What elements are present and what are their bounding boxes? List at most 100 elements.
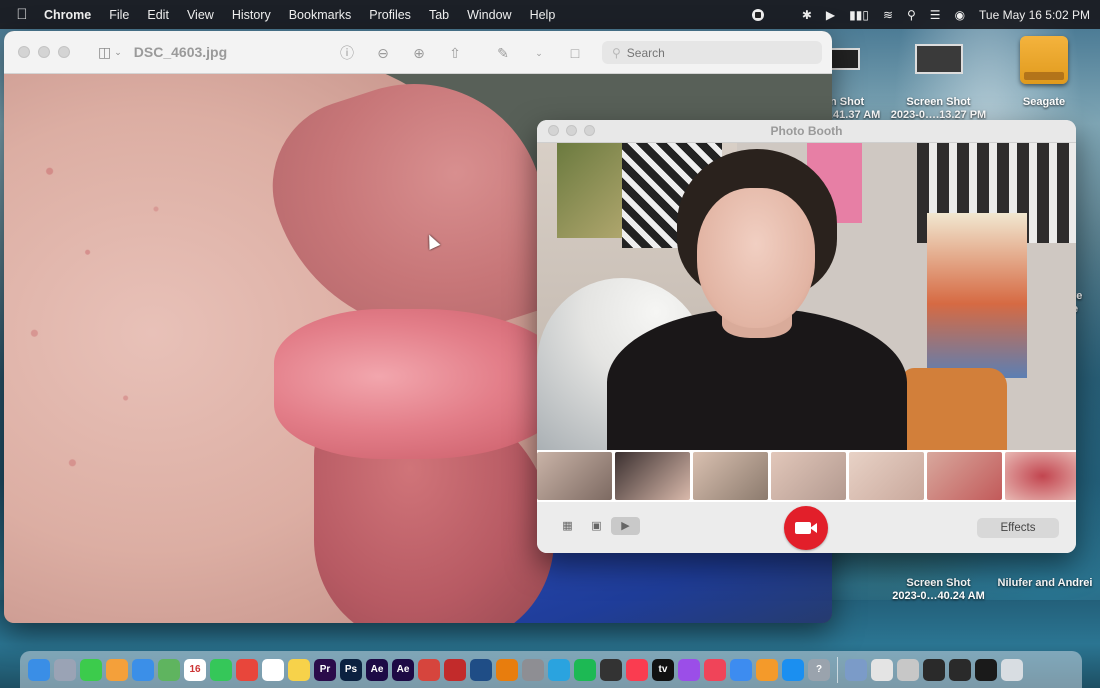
minimize-button[interactable] bbox=[566, 125, 577, 136]
battery-icon[interactable]: ▮▮▯ bbox=[849, 8, 869, 22]
dock-window-1-icon[interactable] bbox=[923, 658, 945, 681]
dock-podcasts-icon[interactable] bbox=[678, 658, 700, 681]
single-photo-mode-icon[interactable]: ▣ bbox=[582, 517, 611, 535]
dock-preview-icon[interactable] bbox=[845, 658, 867, 681]
search-icon[interactable]: ⚲ bbox=[907, 8, 916, 22]
dock-settings-icon[interactable] bbox=[522, 658, 544, 681]
wifi-icon[interactable]: ≋ bbox=[883, 8, 893, 22]
desktop-item-screenshot-1[interactable]: n Shot .41.37 AM bbox=[830, 96, 890, 122]
dock-photos-icon[interactable] bbox=[106, 658, 128, 681]
dock-window-2-icon[interactable] bbox=[949, 658, 971, 681]
photo-thumbnail[interactable] bbox=[693, 452, 768, 500]
markup-pen-icon[interactable]: ✎ bbox=[495, 45, 511, 61]
close-button[interactable] bbox=[18, 46, 30, 58]
info-icon[interactable]: ⓘ bbox=[339, 45, 355, 61]
desktop-item-screenshot-2[interactable]: Screen Shot 2023-0….13.27 PM bbox=[886, 96, 991, 122]
dock-music-icon[interactable] bbox=[626, 658, 648, 681]
dock-printer-icon[interactable] bbox=[871, 658, 893, 681]
control-center-icon[interactable]: ☰ bbox=[930, 8, 941, 22]
dock-trash-icon[interactable] bbox=[1001, 658, 1023, 681]
dock-quicktime-icon[interactable] bbox=[470, 658, 492, 681]
menu-history[interactable]: History bbox=[232, 8, 271, 22]
dock-window-3-icon[interactable] bbox=[975, 658, 997, 681]
search-field[interactable]: ⚲ bbox=[602, 41, 822, 64]
seagate-drive-icon[interactable] bbox=[1020, 36, 1068, 84]
dock-maps-icon[interactable] bbox=[158, 658, 180, 681]
play-icon[interactable]: ▶ bbox=[826, 8, 835, 22]
zoom-in-icon[interactable]: ⊕ bbox=[411, 45, 427, 61]
menu-tab[interactable]: Tab bbox=[429, 8, 449, 22]
dock-app-red-icon[interactable] bbox=[418, 658, 440, 681]
dock-calendar-icon[interactable]: 16 bbox=[184, 658, 206, 681]
dock-launchpad-icon[interactable] bbox=[54, 658, 76, 681]
apple-menu-icon[interactable]:  bbox=[10, 6, 34, 23]
photo-thumbnail[interactable] bbox=[849, 452, 924, 500]
dock-chrome-icon[interactable] bbox=[236, 658, 258, 681]
video-mode-icon[interactable]: ▶ bbox=[611, 517, 640, 535]
screen-record-icon[interactable] bbox=[751, 8, 764, 21]
desktop-item-screenshot-3[interactable]: Screen Shot 2023-0…40.24 AM bbox=[886, 577, 991, 603]
menu-bookmarks[interactable]: Bookmarks bbox=[289, 8, 352, 22]
close-button[interactable] bbox=[548, 125, 559, 136]
dock-photoshop-icon[interactable]: Ps bbox=[340, 658, 362, 681]
blank-status-icon[interactable] bbox=[778, 8, 788, 22]
search-icon: ⚲ bbox=[612, 45, 621, 60]
dock-mail-icon[interactable] bbox=[132, 658, 154, 681]
window-controls bbox=[548, 125, 595, 136]
app-menu[interactable]: Chrome bbox=[44, 8, 91, 22]
chevron-down-icon[interactable]: ⌄ bbox=[531, 45, 547, 61]
dock-telegram-icon[interactable] bbox=[548, 658, 570, 681]
bluetooth-icon[interactable]: ✱ bbox=[802, 8, 812, 22]
photo-thumbnail[interactable] bbox=[537, 452, 612, 500]
menu-profiles[interactable]: Profiles bbox=[369, 8, 411, 22]
dock-app-red-2-icon[interactable] bbox=[444, 658, 466, 681]
desktop-item-label: Seagate bbox=[1022, 96, 1066, 108]
desktop-item-seagate[interactable]: Seagate bbox=[1010, 96, 1078, 109]
dock-premiere-icon[interactable]: Pr bbox=[314, 658, 336, 681]
dock-pages-icon[interactable] bbox=[756, 658, 778, 681]
zoom-button[interactable] bbox=[584, 125, 595, 136]
share-icon[interactable]: ⇧ bbox=[447, 45, 463, 61]
dock-terminal-mini-icon[interactable] bbox=[600, 658, 622, 681]
dock-after-effects-2-icon[interactable]: Ae bbox=[392, 658, 414, 681]
dock: 16 Pr Ps Ae Ae tv? bbox=[20, 651, 1082, 688]
dock-help-icon[interactable]: ? bbox=[808, 658, 830, 681]
photo-thumbnail[interactable] bbox=[1005, 452, 1076, 500]
grid-mode-icon[interactable]: ▦ bbox=[553, 517, 582, 535]
dock-news-icon[interactable] bbox=[704, 658, 726, 681]
dock-tv-icon[interactable]: tv bbox=[652, 658, 674, 681]
menu-window[interactable]: Window bbox=[467, 8, 511, 22]
menu-file[interactable]: File bbox=[109, 8, 129, 22]
dock-blender-icon[interactable] bbox=[496, 658, 518, 681]
dock-keynote-icon[interactable] bbox=[730, 658, 752, 681]
photo-thumbnail[interactable] bbox=[615, 452, 690, 500]
minimize-button[interactable] bbox=[38, 46, 50, 58]
dock-after-effects-icon[interactable]: Ae bbox=[366, 658, 388, 681]
photo-thumbnail[interactable] bbox=[771, 452, 846, 500]
record-button[interactable] bbox=[784, 506, 828, 550]
menu-edit[interactable]: Edit bbox=[147, 8, 169, 22]
rotate-icon[interactable]: □ bbox=[567, 45, 583, 61]
zoom-button[interactable] bbox=[58, 46, 70, 58]
dock-messages-icon[interactable] bbox=[80, 658, 102, 681]
dock-spotify-icon[interactable] bbox=[574, 658, 596, 681]
dock-font-book-icon[interactable] bbox=[897, 658, 919, 681]
effects-button[interactable]: Effects bbox=[977, 518, 1059, 538]
menubar-clock[interactable]: Tue May 16 5:02 PM bbox=[979, 8, 1090, 22]
photo-thumbnail[interactable] bbox=[927, 452, 1002, 500]
dock-facetime-icon[interactable] bbox=[210, 658, 232, 681]
siri-icon[interactable]: ◉ bbox=[955, 8, 965, 22]
desktop-item-nilufer-andrei[interactable]: Nilufer and Andrei bbox=[993, 577, 1097, 590]
sidebar-toggle-button[interactable]: ◫ ⌄ bbox=[98, 44, 122, 61]
dock-app-store-icon[interactable] bbox=[782, 658, 804, 681]
zoom-out-icon[interactable]: ⊖ bbox=[375, 45, 391, 61]
menu-help[interactable]: Help bbox=[530, 8, 556, 22]
dock-finder-icon[interactable] bbox=[28, 658, 50, 681]
desktop-item-sublabel: 2023-0…40.24 AM bbox=[892, 590, 985, 602]
desktop-screenshot-thumb[interactable] bbox=[830, 48, 860, 70]
dock-notes-icon[interactable] bbox=[288, 658, 310, 681]
menu-view[interactable]: View bbox=[187, 8, 214, 22]
dock-reminders-icon[interactable] bbox=[262, 658, 284, 681]
search-input[interactable] bbox=[626, 45, 797, 60]
desktop-screenshot-thumb[interactable] bbox=[915, 44, 963, 74]
